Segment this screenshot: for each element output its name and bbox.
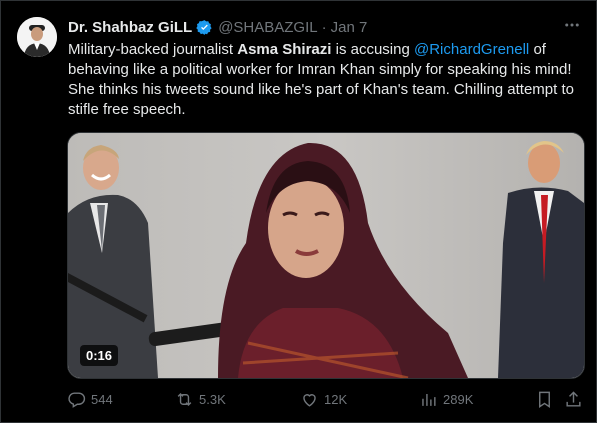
reply-button[interactable]: 544 (67, 387, 113, 411)
tweet-text-part: Military-backed journalist (68, 41, 238, 58)
author-handle[interactable]: @SHABAZGIL (218, 19, 317, 36)
view-count: 289K (443, 391, 474, 407)
share-button[interactable] (564, 387, 583, 411)
author-avatar[interactable] (17, 17, 57, 57)
views-button[interactable]: 289K (419, 387, 473, 411)
tweet-text-bold-name: Asma Shirazi (237, 41, 332, 58)
video-duration-badge: 0:16 (80, 345, 119, 366)
heart-icon (303, 393, 316, 407)
mention-link[interactable]: @RichardGrenell (414, 41, 529, 58)
repost-count: 5.3K (199, 391, 226, 407)
tweet-text: Military-backed journalist Asma Shirazi … (68, 40, 586, 120)
verified-badge-icon[interactable] (196, 19, 213, 36)
video-player[interactable]: 0:16 (67, 132, 585, 379)
views-chart-icon (422, 393, 436, 406)
tweet-text-part: is accusing (331, 41, 414, 58)
reply-icon (68, 391, 86, 408)
tweet-actions: 544 5.3K 12K 289K (67, 387, 585, 411)
separator-dot: · (321, 18, 327, 36)
like-count: 12K (324, 391, 348, 407)
author-name[interactable]: Dr. Shahbaz GiLL (68, 19, 192, 36)
share-icon (566, 390, 581, 407)
more-options-icon[interactable] (561, 14, 583, 36)
bookmark-button[interactable] (535, 387, 554, 411)
tweet-header: Dr. Shahbaz GiLL @SHABAZGIL · Jan 7 (68, 16, 583, 38)
reply-count: 544 (91, 391, 113, 407)
repost-icon (177, 392, 192, 406)
repost-button[interactable]: 5.3K (175, 387, 226, 411)
like-button[interactable]: 12K (300, 387, 347, 411)
bookmark-icon (539, 391, 550, 408)
tweet-date[interactable]: Jan 7 (331, 19, 368, 36)
video-thumbnail (68, 133, 584, 378)
